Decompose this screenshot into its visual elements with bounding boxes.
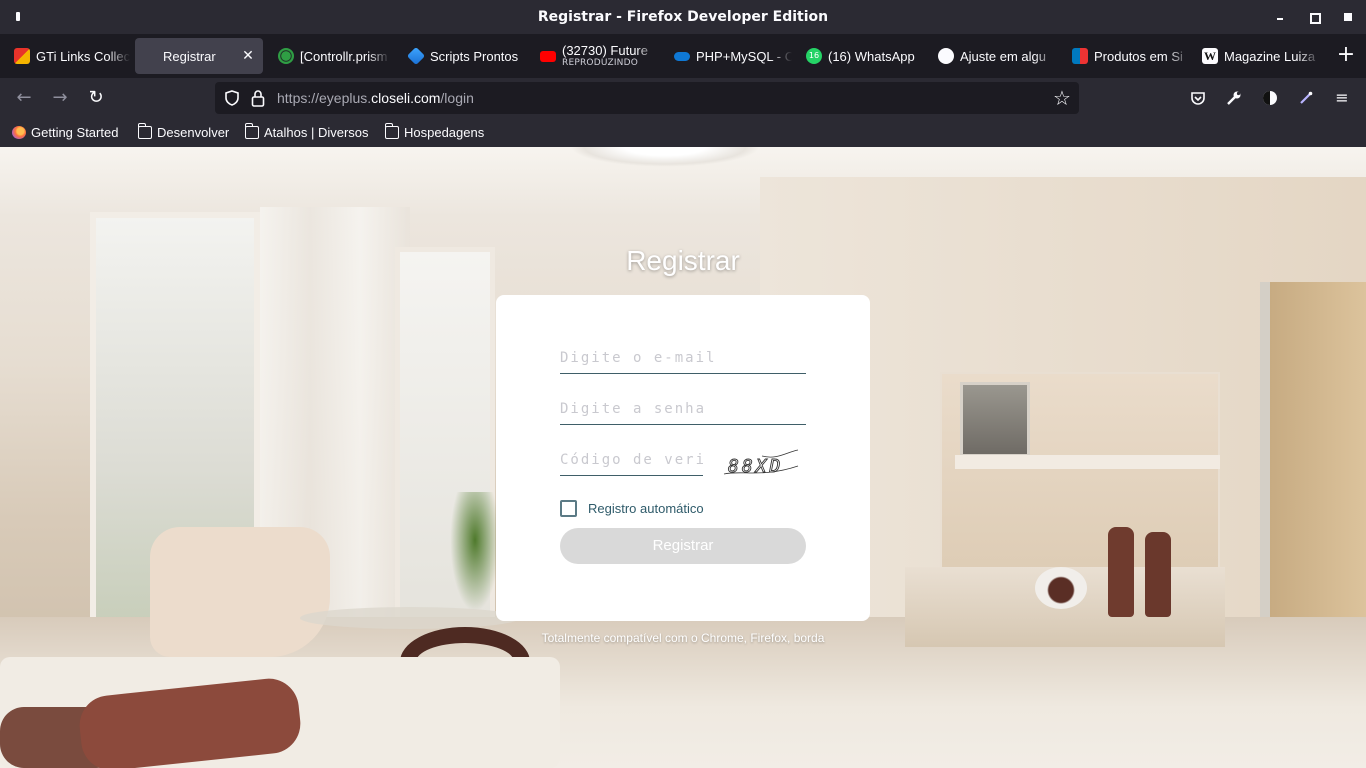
forward-button[interactable]: → xyxy=(48,86,72,110)
url-host: closeli.com xyxy=(371,90,441,106)
tab-label: (16) WhatsApp xyxy=(828,48,915,64)
new-tab-button[interactable]: + xyxy=(1336,44,1356,68)
github-icon xyxy=(938,48,954,64)
tab-label: Registrar xyxy=(163,48,216,64)
tab-label: Scripts Prontos xyxy=(430,48,519,64)
maximize-icon[interactable] xyxy=(1306,9,1322,25)
tab-youtube[interactable]: (32730) Future REPRODUZINDO xyxy=(530,38,658,74)
bookmarks-toolbar: Getting Started Desenvolver Atalhos | Di… xyxy=(0,118,1366,147)
extension-icon[interactable] xyxy=(1260,88,1280,108)
tab-controllr[interactable]: [Controllr.prism xyxy=(268,38,390,74)
password-field-wrapper xyxy=(560,395,806,425)
wrench-icon[interactable] xyxy=(1224,88,1244,108)
bookmark-star-icon[interactable]: ☆ xyxy=(1053,88,1073,108)
tab-onedrive[interactable]: PHP+MySQL - C xyxy=(664,38,792,74)
tab-scripts-prontos[interactable]: Scripts Prontos xyxy=(398,38,526,74)
shield-icon[interactable] xyxy=(224,90,240,106)
auto-register-label[interactable]: Registro automático xyxy=(588,501,704,516)
folder-icon xyxy=(137,122,152,139)
bookmark-hospedagens[interactable]: Hospedagens xyxy=(384,122,485,141)
reload-button[interactable]: ↻ xyxy=(84,86,108,110)
whatsapp-icon: 16 xyxy=(806,48,822,64)
close-window-icon[interactable] xyxy=(1340,9,1356,25)
tab-github[interactable]: Ajuste em algu xyxy=(928,38,1056,74)
register-form-card: 88XD Registro automático Registrar xyxy=(496,295,870,621)
hamburger-menu-icon[interactable]: ≡ xyxy=(1332,88,1352,108)
bookmark-label: Hospedagens xyxy=(404,124,485,140)
window-titlebar: Registrar - Firefox Developer Edition xyxy=(0,0,1366,34)
tab-registrar[interactable]: Registrar ✕ xyxy=(135,38,263,74)
tab-trello[interactable]: Produtos em Si xyxy=(1062,38,1190,74)
url-text[interactable]: https://eyeplus.closeli.com/login xyxy=(277,90,474,106)
window-title: Registrar - Firefox Developer Edition xyxy=(537,9,829,25)
back-button[interactable]: ← xyxy=(12,86,36,110)
bookmark-label: Atalhos | Diversos xyxy=(264,124,369,140)
bookmark-getting-started[interactable]: Getting Started xyxy=(12,123,118,141)
email-field[interactable] xyxy=(560,344,806,372)
page-content: Registrar 88XD Registro automático Regis… xyxy=(0,147,1366,768)
compatibility-note: Totalmente compatível com o Chrome, Fire… xyxy=(541,631,825,645)
lock-icon[interactable] xyxy=(251,89,265,107)
bookmark-label: Getting Started xyxy=(31,124,119,140)
wikipedia-icon: W xyxy=(1202,48,1218,64)
pocket-icon[interactable] xyxy=(1188,88,1208,108)
close-tab-icon[interactable]: ✕ xyxy=(241,49,255,63)
tab-strip: GTi Links Collec Registrar ✕ [Controllr.… xyxy=(0,34,1366,78)
bookmark-desenvolver[interactable]: Desenvolver xyxy=(137,122,230,141)
email-field-wrapper xyxy=(560,344,806,374)
youtube-icon xyxy=(540,50,556,62)
navigation-toolbar: ← → ↻ https://eyeplus.closeli.com/login … xyxy=(0,78,1366,118)
tab-gti-links[interactable]: GTi Links Collec xyxy=(4,38,130,74)
password-field[interactable] xyxy=(560,395,806,423)
folder-icon xyxy=(384,122,399,139)
gti-links-icon xyxy=(14,48,30,64)
onedrive-icon xyxy=(674,51,690,61)
minimize-icon[interactable] xyxy=(1272,9,1288,25)
trello-icon xyxy=(1072,48,1088,64)
firefox-icon xyxy=(12,125,26,139)
url-bar[interactable]: https://eyeplus.closeli.com/login ☆ xyxy=(215,82,1079,114)
url-prefix: https://eyeplus. xyxy=(277,90,372,106)
auto-register-row[interactable]: Registro automático xyxy=(560,498,704,518)
register-button[interactable]: Registrar xyxy=(560,528,806,564)
bookmark-atalhos[interactable]: Atalhos | Diversos xyxy=(244,122,369,141)
cube-icon xyxy=(406,46,426,66)
verification-code-wrapper xyxy=(560,446,703,476)
captcha-image[interactable]: 88XD xyxy=(722,448,800,480)
auto-register-checkbox[interactable] xyxy=(560,499,577,517)
verification-code-field[interactable] xyxy=(560,446,703,474)
eyedropper-icon[interactable] xyxy=(1296,88,1316,108)
tab-whatsapp[interactable]: 16 (16) WhatsApp xyxy=(796,38,924,74)
page-title: Registrar xyxy=(626,245,740,276)
bookmark-label: Desenvolver xyxy=(157,124,230,140)
captcha-text: 88XD xyxy=(728,456,783,477)
tab-magazine-luiza[interactable]: W Magazine Luiza xyxy=(1192,38,1320,74)
gear-icon xyxy=(278,48,294,64)
folder-icon xyxy=(244,122,259,139)
url-path: /login xyxy=(440,90,474,106)
